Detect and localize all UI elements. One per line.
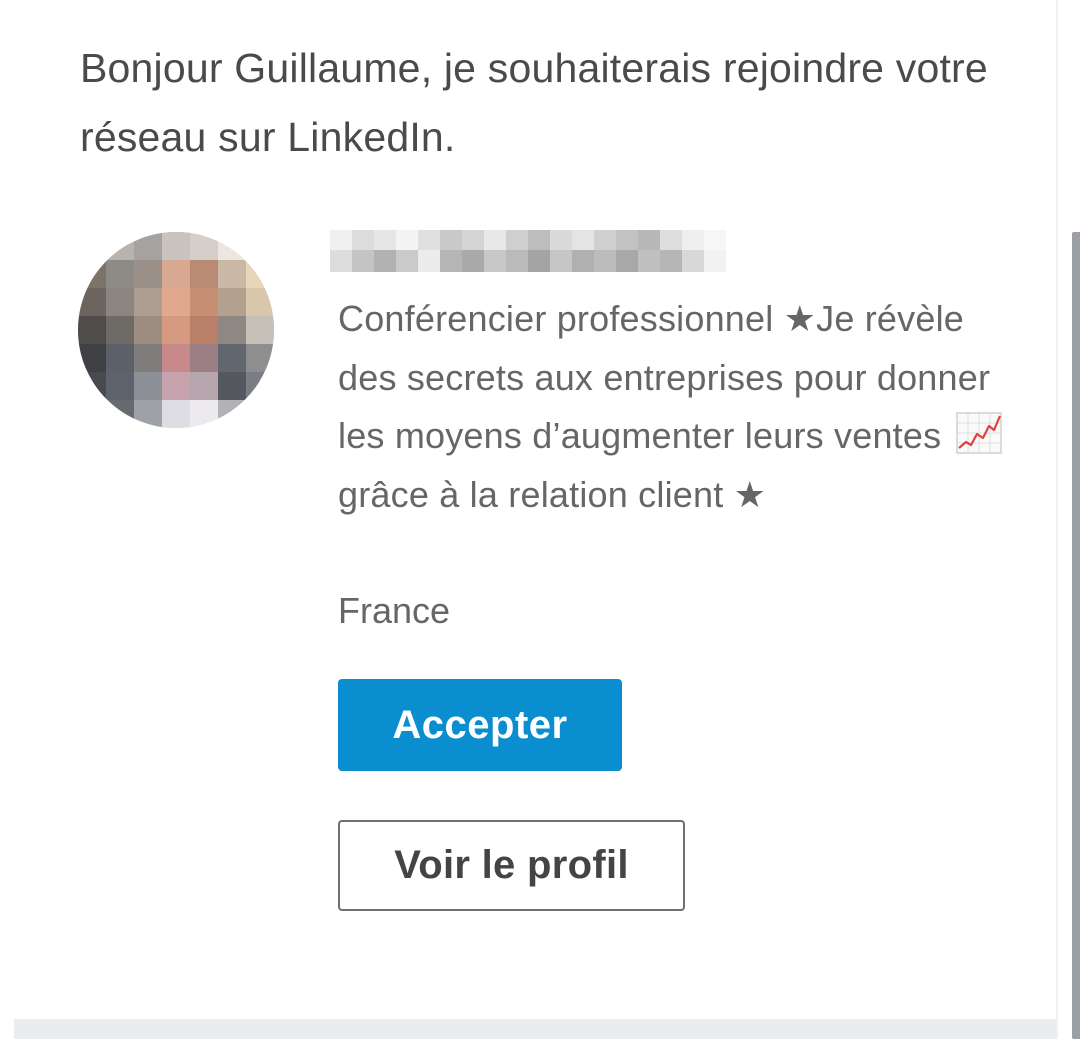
avatar-pixelated-image: [78, 232, 274, 428]
headline-text-part-2: grâce à la relation client ★: [338, 473, 767, 515]
scrollbar[interactable]: [1072, 232, 1080, 1039]
sender-location: France: [338, 590, 451, 631]
footer-divider: [14, 1019, 1058, 1039]
sender-name-blurred-image: [330, 230, 726, 272]
avatar[interactable]: [78, 232, 274, 428]
view-profile-button[interactable]: Voir le profil: [338, 820, 685, 911]
greeting-message: Bonjour Guillaume, je souhaiterais rejoi…: [80, 45, 988, 160]
sender-name[interactable]: [330, 230, 730, 276]
accept-button[interactable]: Accepter: [338, 679, 622, 771]
headline-text-part-1: Conférencier professionnel ★Je révèle de…: [338, 298, 991, 456]
sender-headline: Conférencier professionnel ★Je révèle de…: [338, 290, 1018, 524]
invitation-email: Bonjour Guillaume, je souhaiterais rejoi…: [0, 0, 1080, 1039]
chart-increasing-icon: [955, 412, 1002, 454]
